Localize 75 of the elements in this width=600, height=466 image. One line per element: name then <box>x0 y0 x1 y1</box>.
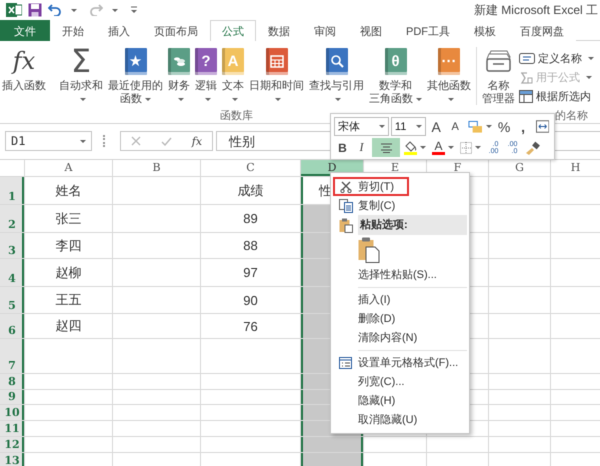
menu-item[interactable]: 隐藏(H) <box>333 391 467 410</box>
book-icon: ··· <box>438 48 460 74</box>
row-header[interactable]: 11 <box>0 421 24 436</box>
row-header[interactable]: 1 <box>0 177 24 204</box>
ribbon-button[interactable]: fx 插入函数 <box>0 44 48 93</box>
column-header[interactable]: C <box>201 160 300 176</box>
sigma-icon: Σ <box>70 45 92 77</box>
window-title: 新建 Microsoft Excel 工 <box>474 2 599 18</box>
column-header[interactable]: H <box>551 160 600 176</box>
table-cell: 88 <box>201 233 300 258</box>
table-cell: 姓名 <box>25 177 112 204</box>
column-header[interactable]: G <box>489 160 550 176</box>
shrink-font-button[interactable]: A <box>446 117 464 136</box>
row-header[interactable]: 12 <box>0 437 24 452</box>
ribbon-button[interactable]: 查找与引用 <box>307 44 366 106</box>
column-header[interactable]: A <box>25 160 112 176</box>
table-cell: 90 <box>201 287 300 313</box>
menu-item[interactable]: 插入(I) <box>333 290 467 309</box>
font-size-field[interactable]: 11 <box>390 117 426 136</box>
column-header[interactable]: B <box>113 160 200 176</box>
menu-item[interactable]: 设置单元格格式(F)... <box>333 353 467 372</box>
table-cell: 张三 <box>25 205 112 232</box>
ribbon-button[interactable]: 日期和时间 <box>247 44 306 106</box>
group-label: 函数库 <box>219 109 254 123</box>
ribbon-button[interactable]: 根据所选内 <box>519 88 594 105</box>
ribbon-button[interactable]: ★ 最近使用的 函数 <box>106 44 165 106</box>
book-icon: ★ <box>124 48 146 74</box>
row-header[interactable]: 7 <box>0 339 24 373</box>
table-cell: 王五 <box>25 287 112 313</box>
font-field[interactable]: 宋体 <box>334 117 389 136</box>
row-header[interactable]: 4 <box>0 259 24 286</box>
ribbon-button[interactable]: 财务 <box>166 44 192 106</box>
row-header[interactable]: 13 <box>0 453 24 466</box>
font-color-button[interactable]: A <box>430 138 456 157</box>
row-header[interactable]: 9 <box>0 390 24 404</box>
book-icon: A <box>222 48 244 74</box>
menu-item[interactable]: 选择性粘贴(S)... <box>333 265 467 284</box>
row-header[interactable]: 10 <box>0 405 24 420</box>
file-tab[interactable]: 文件 <box>0 20 50 41</box>
book-icon: ? <box>195 48 217 74</box>
ribbon-button[interactable]: Σ 自动求和 <box>57 44 105 106</box>
table-cell: 76 <box>201 314 300 338</box>
ribbon-tab[interactable]: 公式 <box>210 20 256 41</box>
row-header[interactable]: 6 <box>0 314 24 338</box>
percent-button[interactable]: % <box>496 117 513 136</box>
row-header[interactable]: 3 <box>0 233 24 258</box>
menu-item[interactable]: 取消隐藏(U) <box>333 410 467 429</box>
comma-button[interactable]: , <box>514 117 532 136</box>
menu-item[interactable]: 列宽(C)... <box>333 372 467 391</box>
table-cell: 89 <box>201 205 300 232</box>
ribbon-button[interactable]: ? 逻辑 <box>193 44 219 106</box>
ribbon-button[interactable]: θ 数学和 三角函数 <box>367 44 424 106</box>
grow-font-button[interactable]: A <box>428 117 445 136</box>
ribbon-button[interactable]: ··· 其他函数 <box>425 44 473 106</box>
ribbon-button[interactable]: 定义名称 <box>519 50 594 67</box>
table-cell: 赵四 <box>25 314 112 338</box>
group-label: 的名称 <box>554 109 589 123</box>
table-cell: 赵柳 <box>25 259 112 286</box>
insert-function-button[interactable]: fx <box>192 134 202 148</box>
menu-item[interactable]: 清除内容(N) <box>333 328 467 347</box>
name-box[interactable]: D1 <box>5 131 92 151</box>
ribbon-button[interactable]: A 文本 <box>220 44 246 106</box>
row-header[interactable]: 5 <box>0 287 24 313</box>
bold-button[interactable]: B <box>334 138 351 157</box>
book-icon: θ <box>384 48 406 74</box>
italic-button[interactable]: I <box>353 138 370 157</box>
table-cell: 成绩 <box>201 177 300 204</box>
table-cell: 97 <box>201 259 300 286</box>
function-icon: fx <box>12 46 36 76</box>
menu-item[interactable]: 删除(D) <box>333 309 467 328</box>
menu-section-header: 粘贴选项: <box>358 215 467 235</box>
row-header[interactable]: 2 <box>0 205 24 232</box>
name-manager-button[interactable]: 名称 管理器 <box>480 44 517 109</box>
row-header[interactable]: 8 <box>0 374 24 389</box>
table-cell: 李四 <box>25 233 112 258</box>
